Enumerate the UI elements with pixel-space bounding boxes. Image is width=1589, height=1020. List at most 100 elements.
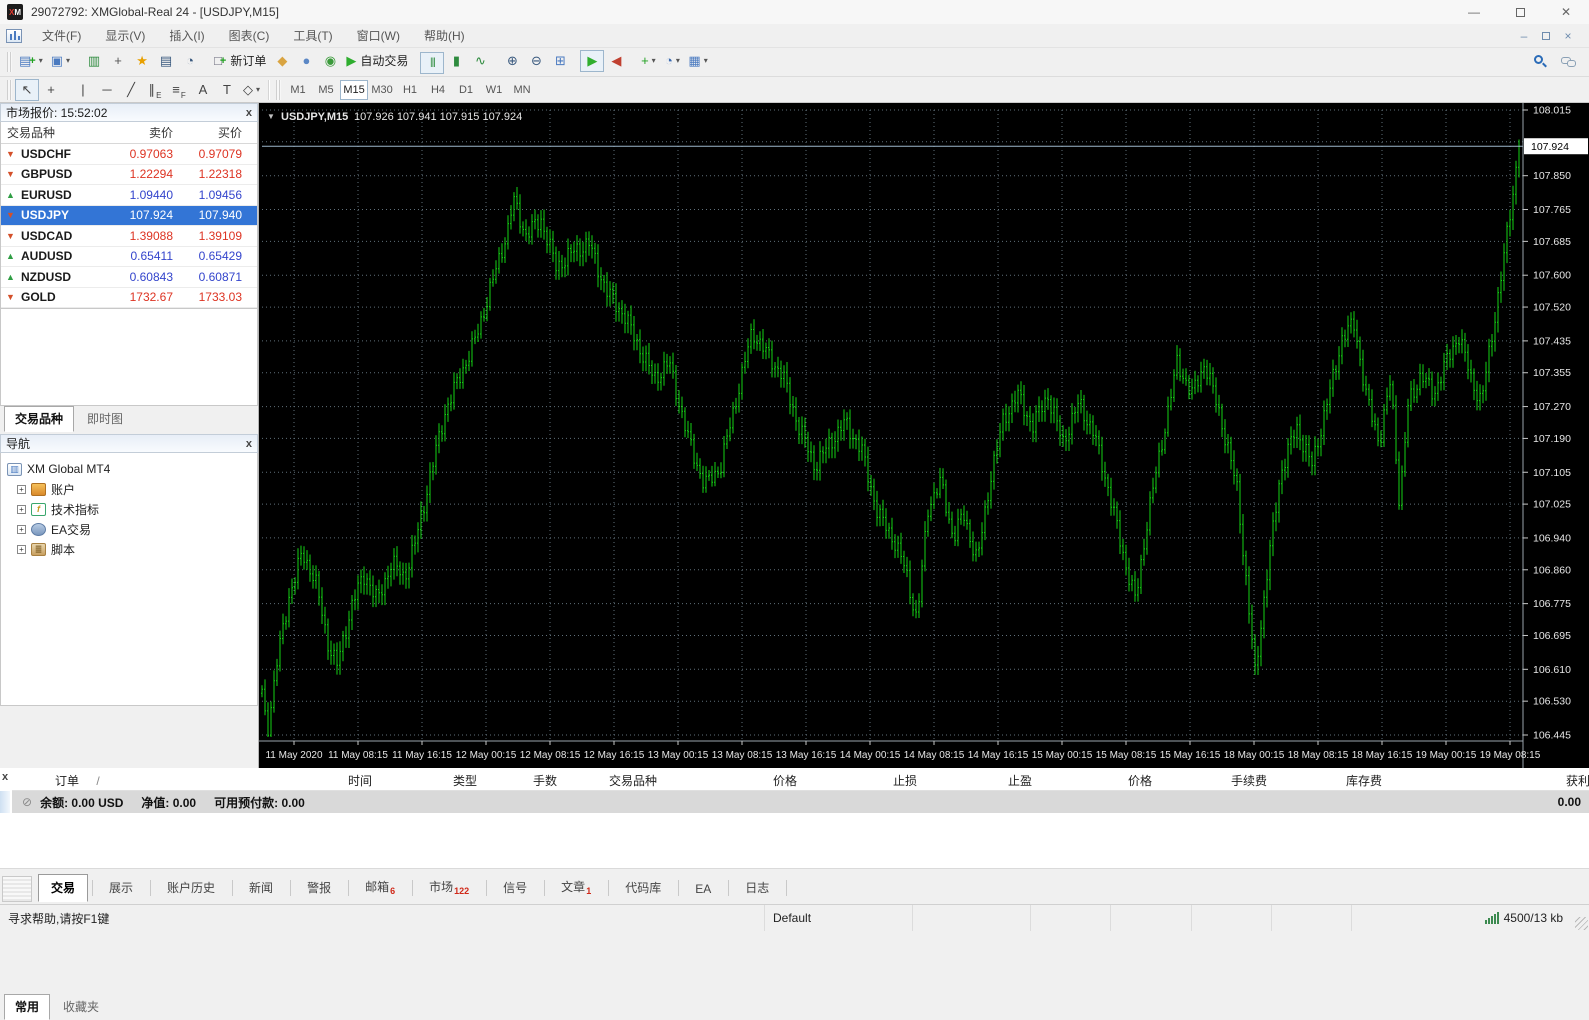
terminal-tab-6[interactable]: 邮箱6 (352, 873, 408, 902)
indicators-button[interactable]: +▾ (636, 50, 660, 72)
strategy-tester-button[interactable]: ◔ (178, 50, 202, 72)
line-chart-button[interactable]: ∿ (468, 50, 492, 72)
timeframe-m15-button[interactable]: M15 (340, 80, 368, 100)
terminal-tab-10[interactable]: 代码库 (612, 874, 674, 902)
column-ask[interactable]: 买价 (181, 124, 250, 141)
label-tool-button[interactable]: T (215, 79, 239, 101)
autotrading-button[interactable]: ▶自动交易 (342, 50, 412, 72)
column-止盈[interactable]: 止盈 (972, 772, 1032, 789)
terminal-tab-12[interactable]: 日志 (732, 874, 782, 902)
column-手续费[interactable]: 手续费 (1207, 772, 1267, 789)
column-止损[interactable]: 止损 (857, 772, 917, 789)
navigator-item-script[interactable]: +≣脚本 (17, 539, 257, 559)
resize-grip[interactable] (1575, 917, 1588, 930)
chart-menu-icon[interactable]: ▼ (267, 112, 275, 121)
navigator-tab[interactable]: 常用 (4, 994, 50, 1020)
terminal-tab-11[interactable]: EA (682, 877, 724, 902)
terminal-tab-7[interactable]: 市场122 (416, 873, 482, 902)
status-connection[interactable]: 4500/13 kb (1352, 905, 1589, 931)
menu-c[interactable]: 图表(C) (217, 26, 282, 46)
cursor-tool-button[interactable]: ↖ (15, 79, 39, 101)
menu-i[interactable]: 插入(I) (157, 26, 216, 46)
expand-icon[interactable]: + (17, 505, 26, 514)
child-restore-button[interactable] (1535, 27, 1557, 45)
shapes-tool-button[interactable]: ◇▾ (239, 79, 264, 101)
templates-button[interactable]: ▦▾ (684, 50, 711, 72)
navigator-toggle-button[interactable]: ★ (130, 50, 154, 72)
crosshair-tool-button[interactable]: + (39, 79, 63, 101)
search-icon[interactable] (1533, 55, 1547, 69)
expand-icon[interactable]: + (17, 525, 26, 534)
zoom-in-button[interactable]: ⊕ (500, 50, 524, 72)
column-库存费[interactable]: 库存费 (1322, 772, 1382, 789)
navigator-item-accounts[interactable]: +账户 (17, 479, 257, 499)
community-button[interactable]: ● (294, 50, 318, 72)
market-watch-row-gbpusd[interactable]: ▼GBPUSD1.222941.22318 (1, 165, 257, 186)
timeframe-h4-button[interactable]: H4 (424, 80, 452, 100)
profiles-button[interactable]: ▣▾ (47, 50, 74, 72)
periods-button[interactable]: ◔▾ (660, 50, 684, 72)
dropdown-arrow-icon[interactable]: ▾ (704, 56, 708, 65)
market-watch-row-gold[interactable]: ▼GOLD1732.671733.03 (1, 288, 257, 309)
market-watch-tab[interactable]: 即时图 (76, 406, 134, 432)
navigator-item-indicator-f[interactable]: +f技术指标 (17, 499, 257, 519)
terminal-tab-1[interactable]: 交易 (38, 874, 88, 902)
timeframe-mn-button[interactable]: MN (508, 80, 536, 100)
new-order-button[interactable]: □+新订单 (210, 50, 270, 72)
timeframe-m30-button[interactable]: M30 (368, 80, 396, 100)
horizontal-line-tool-button[interactable]: ─ (95, 79, 119, 101)
candlestick-button[interactable]: ▮ (444, 50, 468, 72)
auto-scroll-button[interactable]: ▶ (580, 50, 604, 72)
child-close-button[interactable]: × (1557, 27, 1579, 45)
column-获利[interactable]: 获利 (1530, 772, 1589, 789)
close-icon[interactable]: x (246, 107, 252, 119)
vertical-line-tool-button[interactable]: | (71, 79, 95, 101)
market-watch-row-usdcad[interactable]: ▼USDCAD1.390881.39109 (1, 226, 257, 247)
navigator-item-expert-advisor[interactable]: +EA交易 (17, 519, 257, 539)
market-watch-toggle-button[interactable]: ▥ (82, 50, 106, 72)
trendline-tool-button[interactable]: ╱ (119, 79, 143, 101)
data-window-button[interactable]: + (106, 50, 130, 72)
terminal-tab-4[interactable]: 新闻 (236, 874, 286, 902)
close-button[interactable]: ✕ (1543, 0, 1589, 24)
timeframe-h1-button[interactable]: H1 (396, 80, 424, 100)
column-价格[interactable]: 价格 (1092, 772, 1152, 789)
menu-f[interactable]: 文件(F) (30, 26, 93, 46)
terminal-tab-5[interactable]: 警报 (294, 874, 344, 902)
dropdown-arrow-icon[interactable]: ▾ (39, 56, 43, 65)
new-chart-button[interactable]: ▤+▾ (15, 50, 47, 72)
column-order[interactable]: 订单 / (55, 772, 100, 789)
navigator-tab[interactable]: 收藏夹 (52, 994, 110, 1020)
expand-icon[interactable]: + (17, 545, 26, 554)
terminal-toggle-button[interactable]: ▤ (154, 50, 178, 72)
chat-icon[interactable] (1561, 56, 1577, 69)
navigator-root-item[interactable]: ▥ XM Global MT4 (7, 459, 257, 479)
column-类型[interactable]: 类型 (417, 772, 477, 789)
close-icon[interactable]: x (2, 771, 8, 783)
column-价格[interactable]: 价格 (737, 772, 797, 789)
column-symbol[interactable]: 交易品种 (1, 124, 113, 141)
toolbar-grip[interactable] (276, 80, 281, 100)
dropdown-arrow-icon[interactable]: ▾ (66, 56, 70, 65)
text-tool-button[interactable]: A (191, 79, 215, 101)
column-交易品种[interactable]: 交易品种 (597, 772, 657, 789)
timeframe-m5-button[interactable]: M5 (312, 80, 340, 100)
menu-w[interactable]: 窗口(W) (345, 26, 412, 46)
market-watch-row-audusd[interactable]: ▲AUDUSD0.654110.65429 (1, 247, 257, 268)
channel-tool-button[interactable]: ∥E (143, 79, 167, 101)
timeframe-d1-button[interactable]: D1 (452, 80, 480, 100)
data-center-button[interactable]: ◉ (318, 50, 342, 72)
toolbar-grip[interactable] (7, 80, 12, 100)
chart-shift-button[interactable]: ◀ (604, 50, 628, 72)
market-watch-row-usdjpy[interactable]: ▼USDJPY107.924107.940 (1, 206, 257, 227)
column-bid[interactable]: 卖价 (113, 124, 181, 141)
market-watch-row-eurusd[interactable]: ▲EURUSD1.094401.09456 (1, 185, 257, 206)
menu-v[interactable]: 显示(V) (93, 26, 157, 46)
terminal-tab-3[interactable]: 账户历史 (154, 874, 228, 902)
child-minimize-button[interactable]: – (1513, 27, 1535, 45)
maximize-button[interactable] (1497, 0, 1543, 24)
expand-icon[interactable]: + (17, 485, 26, 494)
chart-window[interactable]: 108.015107.850107.765107.685107.600107.5… (259, 103, 1589, 768)
column-时间[interactable]: 时间 (312, 772, 372, 789)
toolbar-grip[interactable] (7, 52, 12, 72)
